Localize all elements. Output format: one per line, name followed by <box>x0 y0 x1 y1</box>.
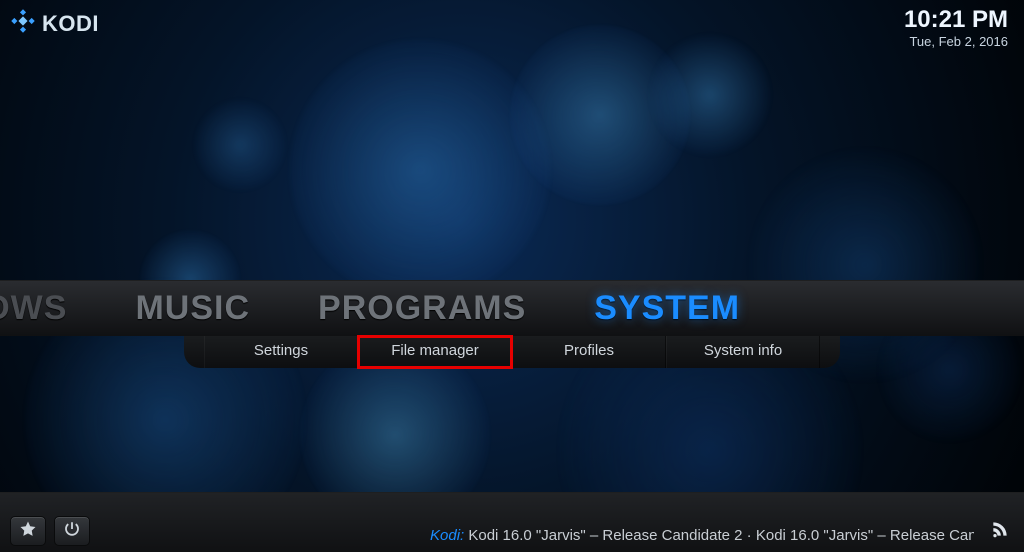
clock-date: Tue, Feb 2, 2016 <box>904 34 1008 49</box>
rss-button[interactable] <box>990 519 1010 544</box>
news-ticker: Kodi: Kodi 16.0 "Jarvis" – Release Candi… <box>430 527 974 544</box>
submenu: Settings File manager Profiles System in… <box>184 336 840 368</box>
power-icon <box>63 520 81 543</box>
kodi-logo-text: KODI <box>42 11 99 37</box>
kodi-logo: KODI <box>10 8 99 39</box>
bottom-bar: Kodi: Kodi 16.0 "Jarvis" – Release Candi… <box>0 492 1024 552</box>
submenu-file-manager[interactable]: File manager <box>358 336 512 368</box>
favorites-button[interactable] <box>10 516 46 546</box>
power-button[interactable] <box>54 516 90 546</box>
menu-music[interactable]: MUSIC <box>101 289 284 328</box>
menu-programs[interactable]: PROGRAMS <box>284 289 560 328</box>
submenu-settings[interactable]: Settings <box>204 336 358 368</box>
menu-system[interactable]: SYSTEM <box>560 289 774 328</box>
menu-shows[interactable]: SHOWS <box>0 289 101 328</box>
main-menu: SHOWS MUSIC PROGRAMS SYSTEM <box>0 280 1024 336</box>
kodi-logo-icon <box>10 8 36 39</box>
submenu-profiles[interactable]: Profiles <box>512 336 666 368</box>
news-label: Kodi: <box>430 527 464 544</box>
news-text: Kodi 16.0 "Jarvis" – Release Candidate 2… <box>464 527 974 544</box>
star-icon <box>19 520 37 543</box>
rss-icon <box>990 526 1010 543</box>
submenu-system-info[interactable]: System info <box>666 336 820 368</box>
clock-time: 10:21 PM <box>904 6 1008 34</box>
clock: 10:21 PM Tue, Feb 2, 2016 <box>904 6 1008 49</box>
